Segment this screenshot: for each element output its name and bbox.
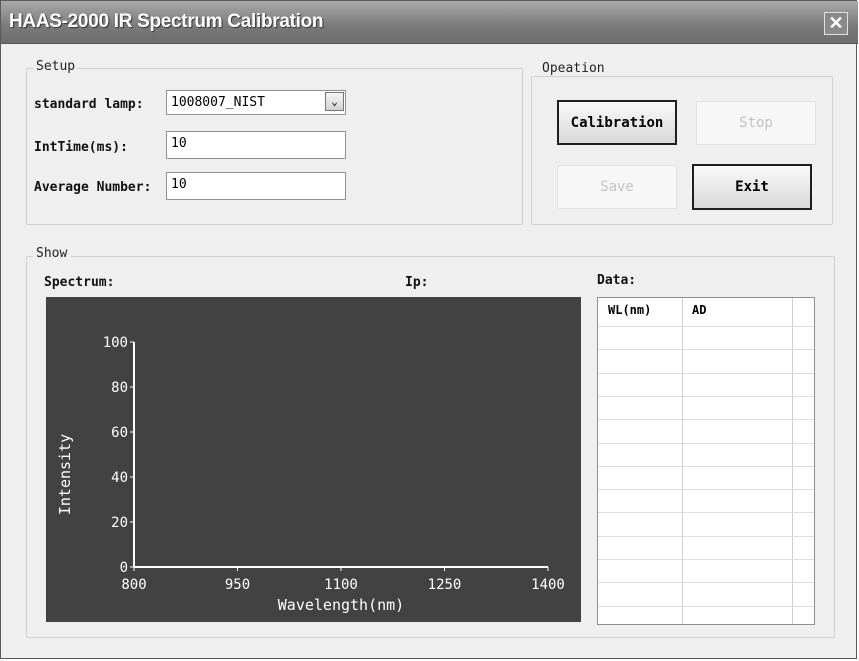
table-row-line [598, 326, 814, 327]
average-number-label: Average Number: [34, 180, 152, 195]
calibration-window: HAAS-2000 IR Spectrum Calibration ✕ Setu… [0, 0, 858, 659]
x-tick-label: 1250 [428, 577, 462, 593]
standard-lamp-select[interactable]: 1008007_NIST ⌄ [166, 90, 346, 115]
x-tick-label: 800 [121, 577, 146, 593]
y-tick-label: 100 [103, 335, 128, 351]
inttime-input[interactable]: 10 [166, 131, 346, 159]
exit-button[interactable]: Exit [692, 164, 812, 210]
table-row-line [598, 442, 814, 444]
spectrum-chart: 0 20 40 60 80 100 800 950 1100 1250 1400 Wavelength… [56, 335, 565, 614]
chevron-down-icon[interactable]: ⌄ [325, 92, 344, 111]
table-column-divider [682, 298, 683, 624]
window-title: HAAS-2000 IR Spectrum Calibration [9, 11, 324, 32]
table-row-line [598, 535, 814, 537]
table-column-divider [792, 298, 793, 624]
y-tick-label: 40 [111, 470, 128, 486]
table-row-line [598, 349, 814, 351]
close-icon: ✕ [828, 13, 844, 33]
stop-button[interactable]: Stop [696, 101, 816, 145]
table-row-line [598, 372, 814, 374]
table-row-line [598, 559, 814, 560]
data-table[interactable]: WL(nm) AD [597, 297, 815, 625]
calibration-button[interactable]: Calibration [557, 100, 677, 145]
x-tick-label: 1400 [531, 577, 565, 593]
table-row-line [598, 605, 814, 607]
y-tick-label: 80 [111, 380, 128, 396]
title-bar[interactable]: HAAS-2000 IR Spectrum Calibration ✕ [1, 1, 858, 44]
spectrum-plot[interactable]: 0 20 40 60 80 100 800 950 1100 1250 1400 Wavelength… [46, 297, 581, 622]
table-row-line [598, 395, 814, 397]
y-tick-label: 60 [111, 425, 128, 441]
setup-legend: Setup [33, 59, 79, 74]
standard-lamp-label: standard lamp: [34, 97, 144, 112]
data-label: Data: [597, 273, 637, 288]
table-row-line [598, 465, 814, 467]
y-tick-label: 20 [111, 515, 128, 531]
save-button[interactable]: Save [557, 165, 677, 209]
ip-label: Ip: [405, 275, 429, 290]
table-row-line [598, 512, 814, 514]
inttime-label: IntTime(ms): [34, 140, 128, 155]
table-row-line [598, 582, 814, 584]
table-header-wl: WL(nm) [608, 303, 652, 317]
table-header-ad: AD [692, 303, 707, 317]
operation-legend: Opeation [539, 61, 608, 76]
y-tick-label: 0 [120, 560, 128, 576]
y-axis-label: Intensity [56, 434, 74, 515]
show-legend: Show [33, 246, 71, 261]
close-button[interactable]: ✕ [824, 12, 848, 35]
standard-lamp-value: 1008007_NIST [171, 95, 265, 110]
x-tick-label: 1100 [324, 577, 358, 593]
table-row-line [598, 489, 814, 491]
table-row-line [598, 419, 814, 421]
x-axis-label: Wavelength(nm) [278, 596, 404, 614]
spectrum-label: Spectrum: [44, 275, 115, 290]
average-number-input[interactable]: 10 [166, 172, 346, 200]
x-tick-label: 950 [225, 577, 250, 593]
